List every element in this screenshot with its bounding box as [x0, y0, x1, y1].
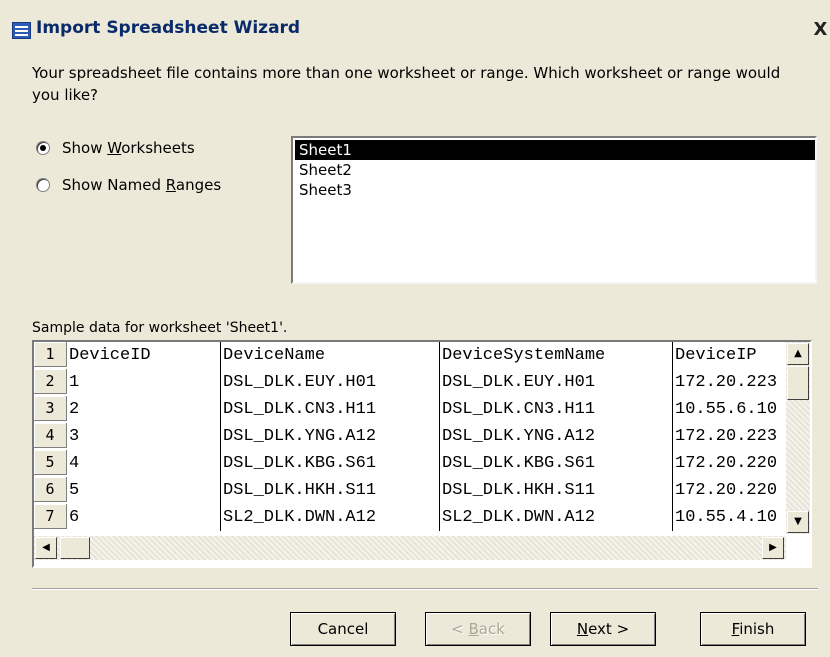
show-worksheets-radio[interactable]: Show Worksheets: [36, 139, 195, 157]
button-divider: [32, 588, 818, 590]
radio-selected-icon[interactable]: [36, 141, 50, 155]
table-cell: 3: [67, 423, 221, 450]
finish-button[interactable]: Finish: [700, 612, 806, 646]
table-row: 3 2 DSL_DLK.CN3.H11 DSL_DLK.CN3.H11 10.5…: [34, 396, 786, 423]
table-cell: 172.20.223: [675, 427, 778, 446]
next-button[interactable]: Next >: [550, 612, 656, 646]
radio-unselected-icon[interactable]: [36, 178, 50, 192]
arrow-right-icon[interactable]: ▶: [762, 537, 784, 559]
table-cell: DSL_DLK.YNG.A12: [221, 423, 440, 450]
row-number: 7: [34, 504, 67, 529]
list-item[interactable]: Sheet1: [295, 140, 815, 160]
table-cell: 172.20.220: [675, 481, 778, 500]
show-worksheets-label: Show Worksheets: [62, 139, 195, 157]
table-cell: 10.55.6.10: [675, 400, 778, 419]
worksheet-list[interactable]: Sheet1 Sheet2 Sheet3: [291, 136, 817, 284]
table-cell: 1: [67, 369, 221, 396]
table-row: 5 4 DSL_DLK.KBG.S61 DSL_DLK.KBG.S61 172.…: [34, 450, 786, 477]
table-cell: DSL_DLK.CN3.H11: [221, 396, 440, 423]
table-row: 4 3 DSL_DLK.YNG.A12 DSL_DLK.YNG.A12 172.…: [34, 423, 786, 450]
table-cell: 172.20.223: [675, 373, 778, 392]
table-cell: DeviceIP: [675, 346, 757, 365]
table-cell: DSL_DLK.KBG.S61: [221, 450, 440, 477]
row-number: 5: [34, 450, 67, 475]
title-bar: Import Spreadsheet Wizard X: [0, 0, 830, 42]
table-cell: DSL_DLK.KBG.S61: [440, 450, 673, 477]
arrow-up-icon[interactable]: ▲: [787, 343, 809, 365]
wizard-prompt: Your spreadsheet file contains more than…: [32, 64, 781, 104]
row-number: 3: [34, 396, 67, 421]
table-cell: 172.20.220: [675, 454, 778, 473]
table-icon: [12, 22, 31, 39]
arrow-left-icon[interactable]: ◀: [35, 537, 57, 559]
cancel-button[interactable]: Cancel: [290, 612, 396, 646]
table-cell: 2: [67, 396, 221, 423]
table-cell: DSL_DLK.EUY.H01: [440, 369, 673, 396]
show-named-ranges-label: Show Named Ranges: [62, 176, 222, 194]
table-cell: 5: [67, 477, 221, 504]
table-cell: DeviceID: [67, 342, 221, 369]
back-button[interactable]: < Back: [425, 612, 531, 646]
row-number: 2: [34, 369, 67, 394]
table-row: 7 6 SL2_DLK.DWN.A12 SL2_DLK.DWN.A12 10.5…: [34, 504, 786, 531]
window-title: Import Spreadsheet Wizard: [36, 18, 301, 38]
table-cell: DSL_DLK.YNG.A12: [440, 423, 673, 450]
table-cell: DSL_DLK.HKH.S11: [221, 477, 440, 504]
show-named-ranges-radio[interactable]: Show Named Ranges: [36, 176, 221, 194]
close-button[interactable]: X: [811, 20, 830, 39]
vertical-scrollbar[interactable]: ▲ ▼: [786, 342, 810, 534]
table-cell: 10.55.4.10: [675, 508, 778, 527]
table-cell: 4: [67, 450, 221, 477]
table-cell: DSL_DLK.HKH.S11: [440, 477, 673, 504]
table-cell: 6: [67, 504, 221, 531]
row-number: 1: [34, 342, 67, 367]
sample-data-grid[interactable]: 1 DeviceID DeviceName DeviceSystemName D…: [32, 340, 812, 568]
table-row: 1 DeviceID DeviceName DeviceSystemName D…: [34, 342, 786, 369]
table-row: 6 5 DSL_DLK.HKH.S11 DSL_DLK.HKH.S11 172.…: [34, 477, 786, 504]
table-cell: SL2_DLK.DWN.A12: [440, 504, 673, 531]
table-cell: DeviceName: [221, 342, 440, 369]
row-number: 6: [34, 477, 67, 502]
horizontal-scroll-thumb[interactable]: [60, 537, 90, 559]
list-item[interactable]: Sheet3: [295, 180, 815, 200]
list-item[interactable]: Sheet2: [295, 160, 815, 180]
table-row: 2 1 DSL_DLK.EUY.H01 DSL_DLK.EUY.H01 172.…: [34, 369, 786, 396]
table-cell: DeviceSystemName: [440, 342, 673, 369]
arrow-down-icon[interactable]: ▼: [787, 511, 809, 533]
sample-data-label: Sample data for worksheet 'Sheet1'.: [32, 320, 288, 336]
table-cell: DSL_DLK.CN3.H11: [440, 396, 673, 423]
horizontal-scrollbar[interactable]: ◀ ▶: [34, 536, 786, 560]
table-cell: DSL_DLK.EUY.H01: [221, 369, 440, 396]
row-number: 4: [34, 423, 67, 448]
grid-rows: 1 DeviceID DeviceName DeviceSystemName D…: [34, 342, 786, 534]
table-cell: SL2_DLK.DWN.A12: [221, 504, 440, 531]
vertical-scroll-thumb[interactable]: [787, 366, 809, 400]
